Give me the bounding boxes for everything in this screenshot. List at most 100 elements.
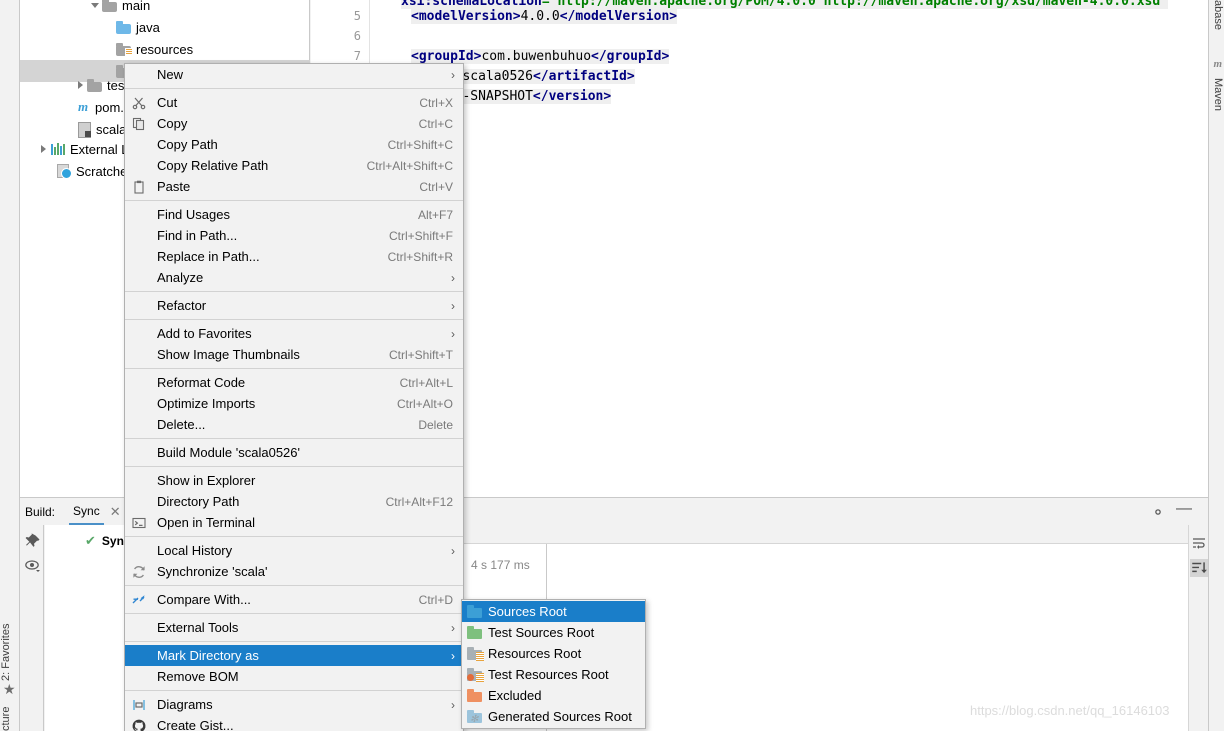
empty-icon [131,648,147,664]
menu-item-shortcut: Ctrl+D [418,592,453,607]
menu-item-copy[interactable]: Copy Ctrl+C [125,113,463,134]
github-icon [131,718,147,731]
menu-item-directory-path[interactable]: Directory Path Ctrl+Alt+F12 [125,491,463,512]
menu-item-analyze[interactable]: Analyze › [125,267,463,288]
empty-icon [131,417,147,433]
menu-item-shortcut: Ctrl+Alt+O [396,396,453,411]
pin-icon[interactable] [24,533,42,551]
menu-item-copy-path[interactable]: Copy Path Ctrl+Shift+C [125,134,463,155]
module-file-icon [77,121,91,138]
menu-item-refactor[interactable]: Refactor › [125,295,463,316]
context-menu[interactable]: New › Cut Ctrl+X Copy Ctrl+C Copy Path C… [124,63,464,731]
menu-item-diagrams[interactable]: Diagrams › [125,694,463,715]
menu-item-shortcut: Ctrl+Shift+F [388,228,453,243]
chevron-right-icon[interactable] [38,143,50,155]
menu-item-delete[interactable]: Delete... Delete [125,414,463,435]
menu-item-label: Synchronize 'scala' [157,564,268,579]
tool-tab-maven[interactable]: Maven [1208,78,1224,128]
submenu-item-generated-sources-root[interactable]: ✻ Generated Sources Root [462,706,645,727]
tool-tab-database[interactable]: abase [1208,0,1224,48]
build-left-rail [20,525,44,731]
submenu-item-excluded[interactable]: Excluded [462,685,645,706]
menu-item-find-usages[interactable]: Find Usages Alt+F7 [125,204,463,225]
tool-tab-structure[interactable]: cture [0,687,20,731]
chevron-right-icon[interactable] [75,79,87,91]
menu-item-compare-with[interactable]: Compare With... Ctrl+D [125,589,463,610]
menu-item-label: Copy [157,116,188,131]
menu-item-label: Find in Path... [157,228,238,243]
folder-icon [102,0,118,12]
gear-icon[interactable] [1150,504,1166,520]
menu-item-label: Show in Explorer [157,473,256,488]
menu-item-copy-relative-path[interactable]: Copy Relative Path Ctrl+Alt+Shift+C [125,155,463,176]
empty-icon [131,445,147,461]
editor-scrollbar[interactable] [1193,0,1208,497]
tab-sync[interactable]: Sync [69,498,104,525]
tree-item-label: resources [136,41,194,57]
menu-item-cut[interactable]: Cut Ctrl+X [125,92,463,113]
submenu-item-label: Sources Root [488,604,567,619]
chevron-right-icon: › [451,620,455,635]
chevron-right-icon: › [451,543,455,558]
menu-item-shortcut: Delete [418,417,453,432]
tree-item-main[interactable]: main [20,0,310,16]
empty-icon [131,620,147,636]
menu-item-new[interactable]: New › [125,64,463,85]
menu-separator [125,319,463,320]
menu-item-label: Diagrams [157,697,213,712]
menu-item-label: Reformat Code [157,375,246,390]
sort-icon[interactable] [1190,559,1208,577]
menu-item-label: Remove BOM [157,669,239,684]
line-number: 5 [353,9,361,23]
terminal-icon [131,515,147,531]
menu-item-open-in-terminal[interactable]: Open in Terminal [125,512,463,533]
menu-item-label: Compare With... [157,592,251,607]
soft-wrap-icon[interactable] [1191,535,1207,554]
eye-icon[interactable] [24,557,42,575]
editor-code[interactable]: xsi:schemaLocation="http://maven.apache.… [371,0,1192,497]
chevron-right-icon: › [451,67,455,82]
close-icon[interactable]: ✕ [110,504,121,520]
submenu-item-label: Resources Root [488,646,582,661]
menu-item-show-in-explorer[interactable]: Show in Explorer [125,470,463,491]
menu-item-add-to-favorites[interactable]: Add to Favorites › [125,323,463,344]
empty-icon [131,207,147,223]
menu-separator [125,536,463,537]
menu-item-local-history[interactable]: Local History › [125,540,463,561]
menu-item-remove-bom[interactable]: Remove BOM [125,666,463,687]
menu-item-find-in-path[interactable]: Find in Path... Ctrl+Shift+F [125,225,463,246]
submenu-item-test-sources-root[interactable]: Test Sources Root [462,622,645,643]
menu-item-build-module[interactable]: Build Module 'scala0526' [125,442,463,463]
submenu-item-resources-root[interactable]: Resources Root [462,643,645,664]
menu-separator [125,690,463,691]
menu-item-label: Replace in Path... [157,249,260,264]
menu-item-shortcut: Ctrl+Alt+Shift+C [366,158,453,173]
menu-item-mark-directory-as[interactable]: Mark Directory as › [125,645,463,666]
tab-sync-label: Sync [73,504,100,518]
menu-separator [125,613,463,614]
scissors-icon [131,95,147,111]
menu-item-synchronize[interactable]: Synchronize 'scala' [125,561,463,582]
minimize-icon[interactable]: — [1176,501,1192,520]
menu-item-paste[interactable]: Paste Ctrl+V [125,176,463,197]
menu-item-reformat-code[interactable]: Reformat Code Ctrl+Alt+L [125,372,463,393]
chevron-down-icon[interactable] [90,0,102,11]
mark-directory-as-submenu[interactable]: Sources Root Test Sources Root Resources… [461,599,646,729]
tool-tab-favorites[interactable]: 2: Favorites [0,597,20,681]
empty-icon [131,326,147,342]
diagram-icon [131,697,147,713]
submenu-item-sources-root[interactable]: Sources Root [462,601,645,622]
menu-item-create-gist[interactable]: Create Gist... [125,715,463,731]
tree-item-resources[interactable]: resources [20,38,310,60]
menu-item-show-image-thumbnails[interactable]: Show Image Thumbnails Ctrl+Shift+T [125,344,463,365]
tree-item-java[interactable]: java [20,16,310,38]
menu-item-replace-in-path[interactable]: Replace in Path... Ctrl+Shift+R [125,246,463,267]
menu-item-optimize-imports[interactable]: Optimize Imports Ctrl+Alt+O [125,393,463,414]
menu-item-label: Add to Favorites [157,326,252,341]
menu-separator [125,291,463,292]
line-number: 6 [353,29,361,43]
submenu-item-test-resources-root[interactable]: Test Resources Root [462,664,645,685]
refresh-icon [131,564,147,580]
chevron-right-icon: › [451,697,455,712]
menu-item-external-tools[interactable]: External Tools › [125,617,463,638]
